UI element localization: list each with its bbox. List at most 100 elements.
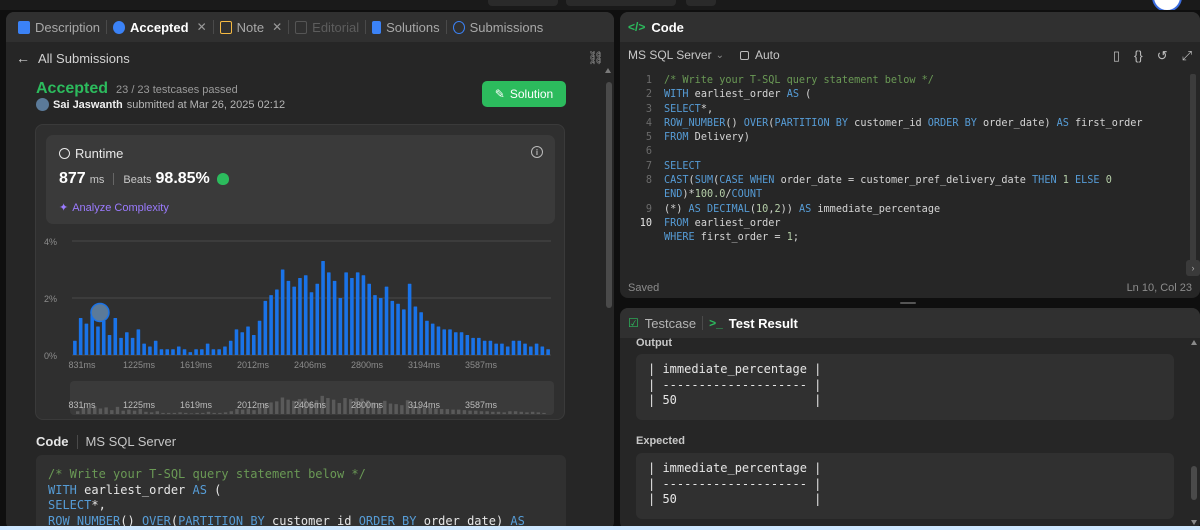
result-scrollbar[interactable] xyxy=(1190,336,1198,530)
tab-editorial[interactable]: Editorial xyxy=(289,12,365,42)
code-token: 100.0 xyxy=(694,189,726,201)
tab-testcase[interactable]: Testcase xyxy=(645,316,696,331)
code-token: AS xyxy=(786,89,799,101)
format-braces-icon[interactable]: {} xyxy=(1134,48,1143,64)
overview-bar xyxy=(104,407,108,414)
overview-tick-label: 1619ms xyxy=(180,400,213,410)
chart-bar xyxy=(240,332,245,355)
overview-bar xyxy=(457,409,461,414)
editor-code[interactable]: /* Write your T-SQL query statement belo… xyxy=(664,74,1186,246)
code-token: SUM xyxy=(694,175,714,187)
overview-bar xyxy=(439,409,444,414)
chart-bar xyxy=(188,352,193,355)
author-avatar[interactable] xyxy=(36,98,49,111)
y-tick-label: 2% xyxy=(44,294,57,304)
analyze-complexity-link[interactable]: ✦ Analyze Complexity xyxy=(59,201,169,215)
code-token: AS xyxy=(1056,117,1069,129)
left-scrollbar[interactable] xyxy=(606,82,612,308)
code-line: FROM Delivery) xyxy=(664,131,1186,145)
code-token: order_date) xyxy=(976,117,1057,129)
reset-icon[interactable]: ↺ xyxy=(1157,48,1168,64)
all-submissions-link[interactable]: All Submissions xyxy=(38,51,130,66)
overview-bar xyxy=(229,411,233,414)
chart-bar xyxy=(344,272,348,355)
tab-label: Accepted xyxy=(130,19,189,35)
chart-bar xyxy=(246,326,250,355)
chart-bar xyxy=(327,272,331,355)
code-token: ORDER BY xyxy=(927,117,977,129)
chart-bar xyxy=(488,340,493,355)
close-icon[interactable]: ✕ xyxy=(197,20,207,34)
scroll-up-arrow[interactable] xyxy=(605,68,611,73)
overview-bar xyxy=(184,412,188,414)
back-arrow-icon[interactable]: ← xyxy=(16,50,30,66)
fullscreen-icon[interactable]: ⤢ xyxy=(1182,48,1192,64)
overview-bar xyxy=(189,413,194,414)
code-token: order_date = customer_pref_delivery_date xyxy=(774,175,1033,187)
code-token: first_order xyxy=(1068,117,1143,129)
tab-description[interactable]: Description xyxy=(12,12,106,42)
scroll-down-arrow[interactable] xyxy=(1191,520,1197,525)
code-token: () xyxy=(725,117,744,129)
line-number: 6 xyxy=(645,146,652,158)
overview-tick-label: 2800ms xyxy=(351,400,384,410)
chart-bar xyxy=(321,260,325,355)
panel-resize-handle[interactable] xyxy=(900,302,916,304)
chart-bar xyxy=(153,340,158,355)
top-button[interactable] xyxy=(686,0,716,6)
code-token: CAST xyxy=(664,175,689,187)
bookmark-icon[interactable]: ▯ xyxy=(1113,48,1120,64)
tab-divider xyxy=(702,316,704,330)
code-editor[interactable]: 1 2 3 4 5 6 7 8 9 10 /* Write your T-SQL query st… xyxy=(620,74,1186,269)
browser-top-strip xyxy=(0,0,1200,10)
chart-bar xyxy=(125,332,129,355)
code-token: AS xyxy=(799,203,812,215)
runtime-values: 877 ms Beats 98.85% xyxy=(59,170,229,188)
tab-submissions[interactable]: Submissions xyxy=(447,12,550,42)
language-select[interactable]: MS SQL Server ⌄ xyxy=(628,48,724,62)
scroll-thumb[interactable] xyxy=(1190,74,1196,264)
terminal-icon: >_ xyxy=(709,316,723,330)
ai-assist-icon[interactable]: › xyxy=(1186,260,1200,276)
tab-solutions[interactable]: Solutions xyxy=(366,12,445,42)
chart-bar xyxy=(194,349,198,355)
accepted-icon xyxy=(113,20,126,34)
mode-label[interactable]: Auto xyxy=(755,48,780,62)
chart-bar xyxy=(148,346,152,355)
user-avatar[interactable] xyxy=(1152,0,1182,10)
back-row: ← All Submissions ⛓ xyxy=(6,46,614,70)
tab-accepted[interactable]: Accepted ✕ xyxy=(107,12,213,42)
chart-bar xyxy=(373,295,377,355)
overview-bar xyxy=(161,412,165,414)
top-button[interactable] xyxy=(488,0,558,6)
chart-bar xyxy=(303,275,308,355)
tab-note[interactable]: Note ✕ xyxy=(214,12,289,42)
overview-bar xyxy=(542,412,546,414)
link-icon[interactable]: ⛓ xyxy=(587,50,604,66)
chart-bar xyxy=(500,343,504,355)
chart-bar xyxy=(494,343,498,355)
overview-bar xyxy=(462,410,467,414)
editor-scrollbar[interactable] xyxy=(1188,64,1198,289)
tab-test-result[interactable]: Test Result xyxy=(729,316,798,331)
top-button[interactable] xyxy=(566,0,676,6)
overview-bar xyxy=(343,398,347,414)
code-language: MS SQL Server xyxy=(85,434,177,449)
scroll-thumb[interactable] xyxy=(1191,466,1197,500)
info-icon[interactable]: i xyxy=(531,146,543,158)
close-icon[interactable]: ✕ xyxy=(272,20,282,34)
x-tick-label: 1225ms xyxy=(123,360,156,370)
overview-bar xyxy=(206,411,211,414)
author-name[interactable]: Sai Jaswanth xyxy=(53,99,123,111)
overview-bar xyxy=(132,410,137,414)
overview-bar xyxy=(110,410,114,414)
chart-bar xyxy=(96,326,100,355)
chart-bar xyxy=(546,349,550,355)
chart-bar xyxy=(402,309,406,355)
overview-bar xyxy=(223,412,228,414)
scroll-up-arrow[interactable] xyxy=(1191,340,1197,345)
overview-bar xyxy=(508,411,512,414)
chart-bar xyxy=(332,280,337,355)
solution-button[interactable]: ✎ Solution xyxy=(482,81,566,107)
x-tick-label: 3194ms xyxy=(408,360,441,370)
